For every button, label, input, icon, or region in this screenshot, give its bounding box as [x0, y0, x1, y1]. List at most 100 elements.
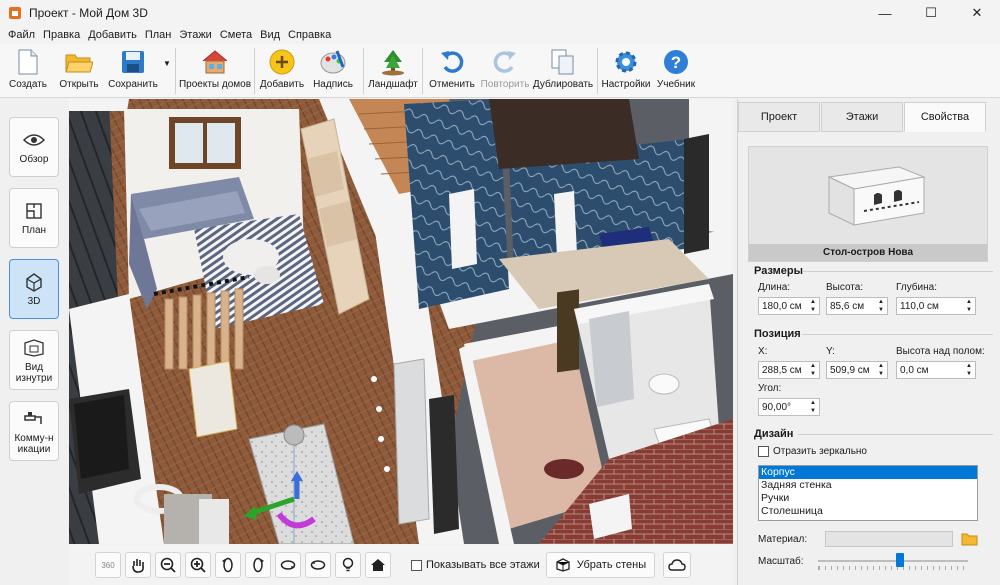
length-spinbox[interactable]: 180,0 см ▲ ▼ — [758, 297, 820, 315]
maximize-button[interactable]: ☐ — [908, 0, 954, 26]
close-button[interactable]: ✕ — [954, 0, 1000, 26]
checkbox-box[interactable] — [758, 446, 769, 457]
app-icon — [9, 7, 21, 19]
show-all-floors-checkbox[interactable]: Показывать все этажи — [411, 559, 540, 571]
position-title: Позиция — [754, 328, 801, 340]
redo-icon — [491, 48, 519, 76]
remove-walls-button[interactable]: Убрать стены — [545, 552, 656, 578]
parts-list[interactable]: Корпус Задняя стенка Ручки Столешница — [758, 465, 978, 521]
menu-estimate[interactable]: Смета — [216, 29, 256, 41]
checkbox-box[interactable] — [411, 559, 422, 571]
rotate-right-button[interactable] — [245, 552, 271, 578]
zoom-out-button[interactable] — [155, 552, 181, 578]
weather-button[interactable] — [663, 552, 692, 578]
tutorial-button[interactable]: ? Учебник — [651, 44, 701, 98]
settings-button[interactable]: Настройки — [601, 44, 651, 98]
3d-viewport[interactable] — [69, 99, 733, 544]
rotate-360-button[interactable]: 360 — [95, 552, 121, 578]
open-button[interactable]: Открыть — [54, 44, 104, 98]
tab-properties[interactable]: Свойства — [904, 102, 986, 132]
svg-text:?: ? — [671, 53, 681, 72]
window-controls: — ☐ ✕ — [862, 0, 1000, 26]
mirror-checkbox[interactable]: Отразить зеркально — [758, 446, 867, 457]
menu-help[interactable]: Справка — [284, 29, 335, 41]
eye-icon — [22, 129, 46, 151]
slider-thumb[interactable] — [895, 553, 904, 567]
3d-scene — [69, 99, 733, 544]
house-icon — [201, 48, 229, 76]
spin-arrows[interactable]: ▲ ▼ — [964, 363, 974, 377]
tilt-up-button[interactable] — [275, 552, 301, 578]
material-label: Материал: — [758, 533, 808, 545]
y-spinbox[interactable]: 509,9 см ▲ ▼ — [826, 361, 888, 379]
menu-floors[interactable]: Этажи — [175, 29, 215, 41]
tab-project[interactable]: Проект — [738, 102, 820, 132]
menu-edit[interactable]: Правка — [39, 29, 84, 41]
spin-arrows[interactable]: ▲ ▼ — [808, 363, 818, 377]
toolbar-separator — [254, 48, 255, 94]
folder-icon[interactable] — [961, 532, 979, 546]
spin-arrows[interactable]: ▲ ▼ — [808, 400, 818, 414]
help-icon: ? — [662, 48, 690, 76]
menu-add[interactable]: Добавить — [84, 29, 141, 41]
folder-icon — [65, 48, 93, 76]
window-title: Проект - Мой Дом 3D — [29, 6, 148, 20]
depth-spinbox[interactable]: 110,0 см ▲ ▼ — [896, 297, 976, 315]
pan-button[interactable] — [125, 552, 151, 578]
undo-icon — [438, 48, 466, 76]
elevation-spinbox[interactable]: 0,0 см ▲ ▼ — [896, 361, 976, 379]
create-button[interactable]: Создать — [2, 44, 54, 98]
spin-arrows[interactable]: ▲ ▼ — [876, 299, 886, 313]
undo-button[interactable]: Отменить — [426, 44, 478, 98]
minimize-button[interactable]: — — [862, 0, 908, 26]
angle-label: Угол: — [758, 383, 782, 394]
home-icon — [371, 559, 385, 571]
landscape-button[interactable]: Ландшафт — [367, 44, 419, 98]
save-button[interactable]: Сохранить — [104, 44, 162, 98]
home-view-button[interactable] — [365, 552, 391, 578]
utilities-button[interactable]: Комму-никации — [9, 401, 59, 461]
list-item[interactable]: Ручки — [759, 492, 977, 505]
menu-file[interactable]: Файл — [4, 29, 39, 41]
duplicate-icon — [549, 48, 577, 76]
spin-arrows[interactable]: ▲ ▼ — [876, 363, 886, 377]
walls-cube-icon — [556, 558, 570, 572]
height-spinbox[interactable]: 85,6 см ▲ ▼ — [826, 297, 888, 315]
menu-view[interactable]: Вид — [256, 29, 284, 41]
list-item[interactable]: Корпус — [759, 466, 977, 479]
scale-slider[interactable] — [817, 553, 968, 570]
tree-icon — [379, 48, 407, 76]
zoom-in-button[interactable] — [185, 552, 211, 578]
add-button[interactable]: Добавить — [258, 44, 306, 98]
lighting-button[interactable] — [335, 552, 361, 578]
plus-circle-icon — [268, 48, 296, 76]
material-swatch[interactable] — [825, 531, 954, 547]
save-dropdown-arrow[interactable]: ▼ — [162, 36, 172, 90]
x-label: X: — [758, 346, 768, 357]
plan-button[interactable]: План — [9, 188, 59, 248]
slider-ticks — [817, 566, 968, 570]
tab-floors[interactable]: Этажи — [821, 102, 903, 132]
x-spinbox[interactable]: 288,5 см ▲ ▼ — [758, 361, 820, 379]
house-projects-button[interactable]: Проекты домов — [179, 44, 251, 98]
redo-button[interactable]: Повторить — [478, 44, 532, 98]
divider — [802, 334, 993, 335]
label-button[interactable]: Надпись — [306, 44, 360, 98]
tilt-down-button[interactable] — [305, 552, 331, 578]
duplicate-button[interactable]: Дублировать — [532, 44, 594, 98]
view-3d-button[interactable]: 3D — [9, 259, 59, 319]
list-item[interactable]: Столешница — [759, 505, 977, 518]
spin-arrows[interactable]: ▲ ▼ — [808, 299, 818, 313]
hand-icon — [132, 559, 144, 573]
cloud-icon — [668, 559, 686, 571]
height-label: Высота: — [826, 282, 864, 293]
rotate-left-button[interactable] — [215, 552, 241, 578]
list-item[interactable]: Задняя стенка — [759, 479, 977, 492]
menu-bar: Файл Правка Добавить План Этажи Смета Ви… — [0, 26, 1000, 44]
tilt-down-icon — [310, 560, 326, 570]
inside-view-button[interactable]: Вид изнутри — [9, 330, 59, 390]
spin-arrows[interactable]: ▲ ▼ — [964, 299, 974, 313]
overview-button[interactable]: Обзор — [9, 117, 59, 177]
gear-icon — [612, 48, 640, 76]
angle-spinbox[interactable]: 90,00° ▲ ▼ — [758, 398, 820, 416]
